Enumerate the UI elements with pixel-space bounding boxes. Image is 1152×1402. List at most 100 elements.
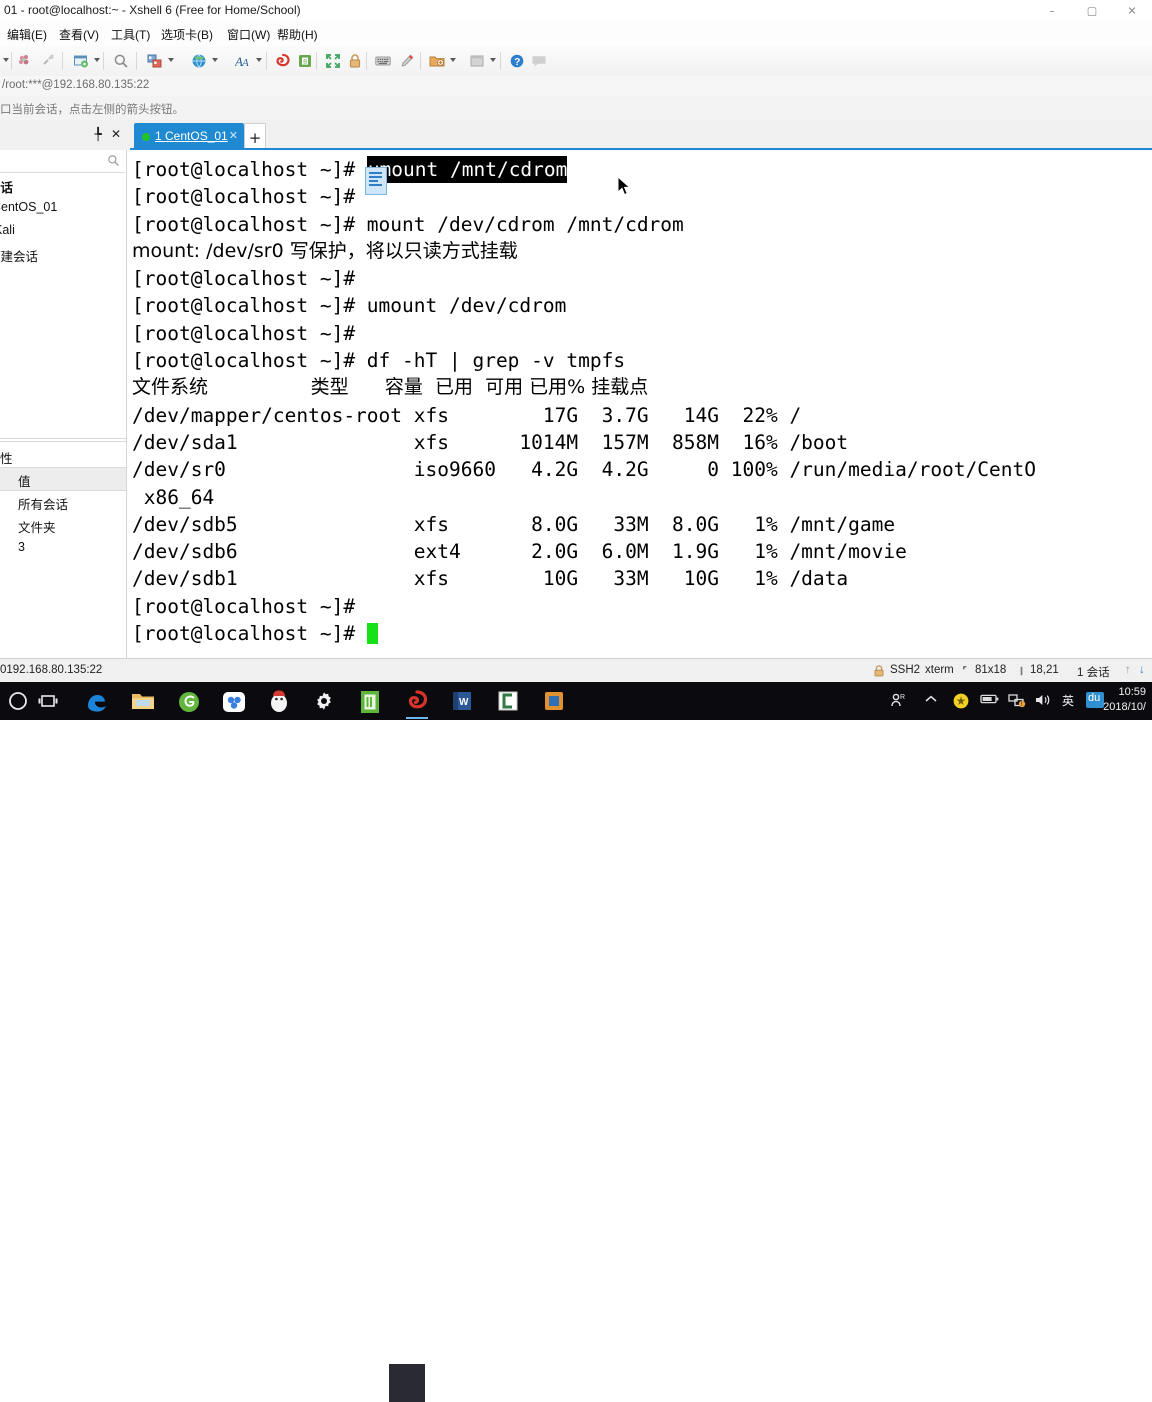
new-tab-button[interactable]: + — [244, 123, 266, 151]
window-controls: – ▢ ✕ — [1032, 0, 1152, 22]
terminal-line: [root@localhost ~]# df -hT | grep -v tmp… — [132, 349, 626, 373]
terminal-line: [root@localhost ~]# mount /dev/cdrom /mn… — [132, 212, 684, 236]
volume-icon[interactable] — [1034, 692, 1052, 713]
notepad-button[interactable]: B — [294, 50, 316, 72]
status-connection: 0192.168.80.135:22 — [0, 664, 103, 676]
task-view-icon[interactable] — [36, 689, 62, 713]
terminal-line: x86_64 — [132, 485, 215, 509]
settings-icon[interactable] — [312, 689, 338, 713]
menu-help[interactable]: 帮助(H) — [274, 25, 321, 44]
transfer-file-button[interactable] — [144, 50, 166, 72]
new-folder-icon — [429, 56, 445, 67]
maximize-button[interactable]: ▢ — [1072, 0, 1112, 22]
chevron-down-icon[interactable] — [3, 58, 9, 62]
terminal-pane[interactable]: [root@localhost ~]# umount /mnt/cdrom [r… — [127, 150, 1152, 658]
address-bar[interactable]: /root:***@192.168.80.135:22 — [0, 76, 1152, 97]
font-button[interactable]: A A — [232, 50, 254, 72]
cortana-icon[interactable] — [6, 689, 32, 713]
menu-window[interactable]: 窗口(W) — [224, 25, 273, 44]
edge-icon[interactable] — [84, 689, 110, 713]
disconnect-button[interactable] — [14, 50, 36, 72]
menu-view[interactable]: 查看(V) — [56, 25, 102, 44]
menu-edit[interactable]: 编辑(E) — [4, 25, 50, 44]
lock-button[interactable] — [344, 50, 366, 72]
sidebar-item-label: CentOS_01 — [0, 200, 58, 214]
status-terminal-size: 81x18 — [975, 664, 1007, 676]
xshell-icon[interactable] — [404, 689, 430, 719]
xftp-button[interactable] — [272, 50, 294, 72]
status-download-icon: ↓ — [1139, 664, 1145, 676]
people-icon[interactable]: R — [890, 692, 906, 713]
clock-date: 2018/10/ — [1103, 701, 1146, 713]
tab-strip: ╄ ✕ 1 CentOS_01 ✕ + — [0, 120, 1152, 151]
sidebar-item-kali[interactable]: Kali — [0, 220, 126, 243]
maximize-icon: ▢ — [1086, 4, 1098, 18]
sidebar-item-label: Kali — [0, 223, 15, 237]
baidu-netdisk-icon[interactable] — [221, 689, 247, 713]
reconnect-button[interactable] — [38, 50, 60, 72]
pin-icon: ╄ — [94, 127, 102, 141]
search-icon — [114, 54, 128, 68]
qq-icon[interactable] — [267, 689, 293, 713]
show-hidden-icons-icon[interactable] — [924, 692, 938, 711]
sidebar-item-new-session[interactable]: 新建会话 — [0, 243, 126, 266]
terminal-line: [root@localhost ~]# — [132, 620, 1152, 647]
open-session-button[interactable] — [70, 50, 92, 72]
open-session-chevron-down-icon[interactable] — [94, 58, 100, 62]
network-icon[interactable]: ! — [1008, 692, 1026, 713]
properties-column-label: 值 — [18, 475, 31, 489]
help-icon: ? — [510, 54, 524, 68]
menu-bar: 编辑(E) 查看(V) 工具(T) 选项卡(B) 窗口(W) 帮助(H) — [0, 22, 1152, 47]
clock-time: 10:59 — [1118, 686, 1146, 698]
session-search-box[interactable] — [0, 150, 125, 173]
tab-centos-01[interactable]: 1 CentOS_01 ✕ — [134, 123, 244, 150]
word-icon[interactable]: W — [450, 689, 476, 713]
terminal-line: /dev/mapper/centos-root xfs 17G 3.7G 14G… — [132, 403, 802, 427]
svg-text:R: R — [900, 694, 905, 701]
taskbar-clock[interactable]: 10:59 2018/10/ — [1103, 685, 1146, 715]
file-explorer-icon[interactable] — [130, 689, 156, 713]
battery-icon[interactable] — [980, 692, 1000, 711]
font-chevron-down-icon[interactable] — [256, 58, 262, 62]
menu-tabs[interactable]: 选项卡(B) — [158, 25, 216, 44]
layout-button[interactable] — [466, 50, 488, 72]
new-folder-button[interactable] — [426, 50, 448, 72]
mouse-pointer-icon — [617, 176, 631, 196]
camtasia-icon[interactable] — [496, 689, 522, 713]
chat-button[interactable] — [528, 50, 550, 72]
sogou-browser-icon[interactable] — [176, 689, 202, 713]
find-button[interactable] — [110, 50, 132, 72]
layout-chevron-down-icon[interactable] — [490, 58, 496, 62]
transfer-chevron-down-icon[interactable] — [168, 58, 174, 62]
tab-close-icon[interactable]: ✕ — [229, 129, 238, 142]
menu-tools[interactable]: 工具(T) — [108, 25, 153, 44]
tab-label: 1 CentOS_01 — [155, 129, 228, 143]
terminal-line: [root@localhost ~]# — [132, 321, 356, 345]
close-panel-button[interactable]: ✕ — [108, 126, 124, 142]
highlight-pen-button[interactable] — [396, 50, 418, 72]
properties-header: 性 — [0, 445, 126, 467]
vmware-icon[interactable] — [358, 689, 384, 713]
security-icon[interactable] — [952, 692, 970, 715]
keyboard-button[interactable] — [372, 50, 394, 72]
ime-icon[interactable]: 英 — [1062, 692, 1074, 709]
close-button[interactable]: ✕ — [1112, 0, 1152, 22]
globe-chevron-down-icon[interactable] — [212, 58, 218, 62]
terminal-prompt: [root@localhost ~]# — [132, 622, 367, 646]
session-tree: 会话 CentOS_01 Kali 新建会话 — [0, 174, 126, 266]
sidebar-item-sessions[interactable]: 会话 — [0, 174, 126, 197]
globe-session-button[interactable] — [188, 50, 210, 72]
notepad-icon: B — [299, 55, 311, 67]
xftp-icon[interactable] — [542, 689, 568, 713]
sidebar-item-centos-01[interactable]: CentOS_01 — [0, 197, 126, 220]
pen-icon — [401, 54, 414, 67]
status-protocol: SSH2 — [890, 664, 921, 676]
folder-chevron-down-icon[interactable] — [450, 58, 456, 62]
fullscreen-button[interactable] — [322, 50, 344, 72]
baidu-ime-icon[interactable]: du — [1086, 692, 1104, 708]
xshell-window: 01 - root@localhost:~ - Xshell 6 (Free f… — [0, 0, 1152, 1402]
svg-text:B: B — [303, 59, 307, 65]
pin-panel-button[interactable]: ╄ — [90, 126, 106, 142]
minimize-button[interactable]: – — [1032, 0, 1072, 22]
help-button[interactable]: ? — [506, 50, 528, 72]
